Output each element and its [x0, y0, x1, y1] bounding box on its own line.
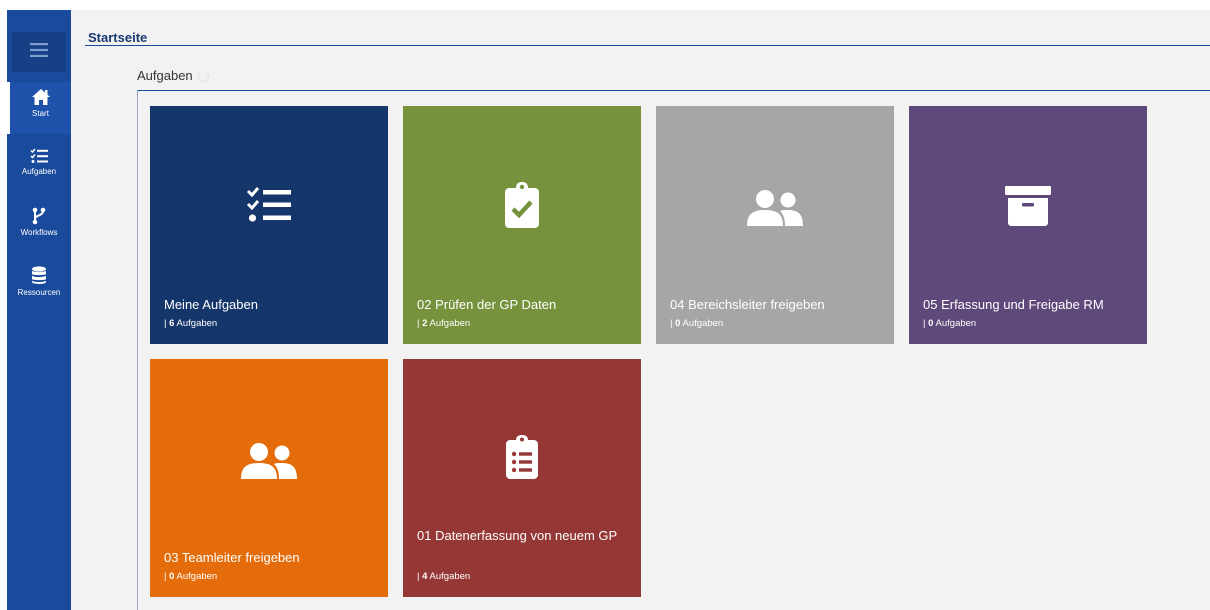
tile-teamleiter-freigeben[interactable]: 03 Teamleiter freigeben | 0 Aufgaben [150, 359, 388, 597]
workflow-icon [32, 207, 46, 225]
tile-datenerfassung-neuem-gp[interactable]: 01 Datenerfassung von neuem GP | 4 Aufga… [403, 359, 641, 597]
sidebar-item-label: Start [32, 109, 49, 118]
section-header: Aufgaben [137, 68, 209, 83]
sidebar-item-label: Ressourcen [17, 288, 61, 297]
tile-pruefen-gp-daten[interactable]: 02 Prüfen der GP Daten | 2 Aufgaben [403, 106, 641, 344]
tile-count-label: Aufgaben [935, 318, 977, 329]
archive-icon [909, 186, 1147, 226]
sidebar-item-ressourcen[interactable]: Ressourcen [7, 262, 71, 314]
home-icon [31, 88, 51, 106]
tile-count-value: 4 [422, 571, 428, 582]
sidebar-item-aufgaben[interactable]: Aufgaben [7, 142, 71, 194]
tile-title: 05 Erfassung und Freigabe RM [923, 297, 1104, 312]
top-strip [0, 0, 1210, 10]
app: Start Aufgaben Workflows Ressourcen Star… [0, 0, 1210, 610]
tile-count: | 0 Aufgaben [670, 318, 724, 329]
tile-title: 01 Datenerfassung von neuem GP [417, 528, 618, 543]
tile-count-label: Aufgaben [682, 318, 724, 329]
tile-count-value: 0 [169, 571, 175, 582]
tile-count: | 4 Aufgaben [417, 571, 471, 582]
hamburger-menu-button[interactable] [12, 32, 66, 72]
tile-title: 03 Teamleiter freigeben [164, 550, 300, 565]
clipboard-check-icon [403, 182, 641, 228]
tile-bereichsleiter-freigeben[interactable]: 04 Bereichsleiter freigeben | 0 Aufgaben [656, 106, 894, 344]
tile-count-value: 0 [928, 318, 934, 329]
sidebar-item-workflows[interactable]: Workflows [7, 202, 71, 254]
users-icon [150, 443, 388, 479]
sidebar-item-start[interactable]: Start [7, 82, 71, 134]
users-icon [656, 190, 894, 226]
tile-count-label: Aufgaben [176, 571, 218, 582]
tile-title: 02 Prüfen der GP Daten [417, 297, 557, 312]
tile-count-label: Aufgaben [429, 571, 471, 582]
sidebar-item-label: Aufgaben [21, 167, 57, 176]
tile-meine-aufgaben[interactable]: Meine Aufgaben | 6 Aufgaben [150, 106, 388, 344]
tile-count-value: 2 [422, 318, 428, 329]
tile-count: | 0 Aufgaben [923, 318, 977, 329]
tile-erfassung-freigabe-rm[interactable]: 05 Erfassung und Freigabe RM | 0 Aufgabe… [909, 106, 1147, 344]
tile-title: Meine Aufgaben [164, 297, 258, 312]
refresh-icon[interactable] [197, 71, 209, 82]
hamburger-icon [30, 42, 48, 62]
tiles-panel: Meine Aufgaben | 6 Aufgaben 02 Prüfen de… [137, 90, 1210, 610]
main-content: Startseite Aufgaben Meine Aufgaben | 6 A… [71, 10, 1210, 610]
page-title: Startseite [88, 30, 148, 45]
tile-count-value: 6 [169, 318, 175, 329]
section-title: Aufgaben [137, 68, 193, 83]
tile-count: | 2 Aufgaben [417, 318, 471, 329]
tile-count-value: 0 [675, 318, 681, 329]
tile-title: 04 Bereichsleiter freigeben [670, 297, 825, 312]
task-list-icon [150, 186, 388, 224]
tile-count-label: Aufgaben [429, 318, 471, 329]
clipboard-list-icon [403, 435, 641, 479]
sidebar-item-label: Workflows [20, 228, 58, 237]
tile-count: | 0 Aufgaben [164, 571, 218, 582]
database-icon [31, 266, 47, 285]
tile-count: | 6 Aufgaben [164, 318, 218, 329]
tile-count-label: Aufgaben [176, 318, 218, 329]
tasks-icon [30, 148, 48, 164]
title-divider [85, 45, 1210, 46]
sidebar: Start Aufgaben Workflows Ressourcen [7, 10, 71, 610]
